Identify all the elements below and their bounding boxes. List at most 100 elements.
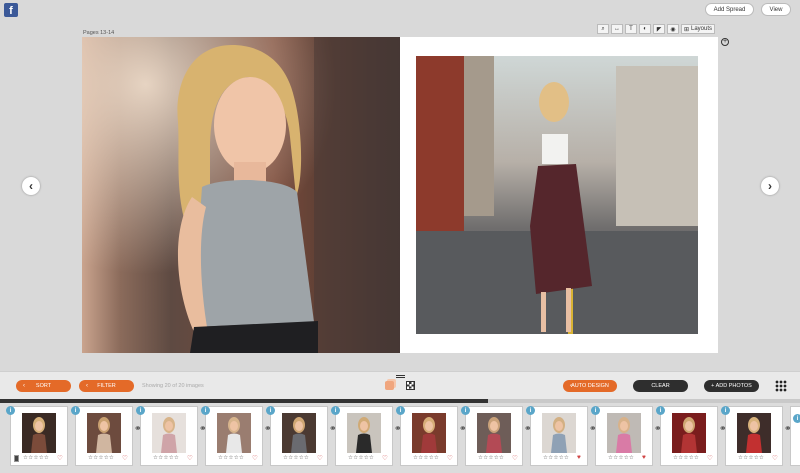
favorite-heart-icon[interactable]: ♡ <box>512 454 518 462</box>
right-page-photo[interactable] <box>416 56 698 334</box>
thumbnail-image <box>217 413 251 453</box>
thumbnail-image <box>347 413 381 453</box>
chevron-left-icon: ‹ <box>23 383 25 389</box>
thumbnail-image <box>412 413 446 453</box>
favorite-heart-icon[interactable]: ♥ <box>642 454 646 461</box>
photo-thumbnail[interactable]: i ☆☆☆☆☆ ♥ <box>526 406 588 466</box>
chevron-left-icon: ‹ <box>86 383 88 389</box>
zoom-icon[interactable]: ⌕ <box>597 24 609 34</box>
photo-thumbnail[interactable]: i ☆☆☆☆☆ ♡ <box>461 406 523 466</box>
sort-label: SORT <box>35 383 52 389</box>
layouts-button[interactable]: ⊞ Layouts <box>681 24 715 34</box>
star-rating[interactable]: ☆☆☆☆☆ <box>478 455 504 461</box>
spread-toolbar: ⌕ ↔ T ◐ ◤ ◉ ⊞ Layouts <box>597 24 715 34</box>
photo-strip: i ☆☆☆☆☆ ♡ i ☆☆☆☆☆ ♡ ⚭ i ☆☆☆☆☆ ♡ ⚭ i ☆☆☆☆☆ ♡ ⚭ i ☆☆☆☆☆ ♡ ⚭ i… <box>0 403 800 473</box>
portrait-photo-left <box>82 37 400 353</box>
info-icon[interactable]: i <box>266 406 275 415</box>
favorite-heart-icon[interactable]: ♡ <box>447 454 453 462</box>
info-icon[interactable]: i <box>136 406 145 415</box>
star-rating[interactable]: ☆☆☆☆☆ <box>413 455 439 461</box>
photo-thumbnail[interactable]: i ☆☆☆☆☆ ♡ <box>136 406 198 466</box>
eye-icon[interactable]: ◉ <box>667 24 679 34</box>
add-spread-button[interactable]: Add Spread <box>705 3 754 16</box>
star-rating[interactable]: ☆☆☆☆☆ <box>23 455 49 461</box>
info-icon[interactable]: i <box>71 406 80 415</box>
star-rating[interactable]: ☆☆☆☆☆ <box>673 455 699 461</box>
filter-button[interactable]: ‹ FILTER <box>79 380 134 392</box>
auto-design-button[interactable]: ‹ AUTO DESIGN <box>563 380 617 392</box>
info-icon[interactable]: i <box>396 406 405 415</box>
photo-thumbnail[interactable]: i <box>790 406 800 466</box>
layouts-icon: ⊞ <box>683 26 689 33</box>
checkerboard-icon[interactable] <box>406 381 415 390</box>
info-icon[interactable]: i <box>721 406 730 415</box>
favorite-heart-icon[interactable]: ♡ <box>187 454 193 462</box>
info-icon[interactable]: i <box>793 414 800 423</box>
fit-width-icon[interactable]: ↔ <box>611 24 623 34</box>
resize-grip[interactable] <box>396 375 405 378</box>
favorite-heart-icon[interactable]: ♡ <box>317 454 323 462</box>
star-rating[interactable]: ☆☆☆☆☆ <box>88 455 114 461</box>
photo-stack-icon[interactable] <box>385 381 394 390</box>
favorite-heart-icon[interactable]: ♡ <box>772 454 778 462</box>
sort-button[interactable]: ‹ SORT <box>16 380 71 392</box>
book-spread <box>82 37 718 353</box>
pin-icon[interactable]: ◤ <box>653 24 665 34</box>
left-page-photo[interactable] <box>82 37 400 353</box>
chevron-left-icon: ‹ <box>570 383 572 389</box>
favorite-heart-icon[interactable]: ♡ <box>707 454 713 462</box>
thumbnail-image <box>22 413 56 453</box>
favorite-heart-icon[interactable]: ♡ <box>382 454 388 462</box>
star-rating[interactable]: ☆☆☆☆☆ <box>543 455 569 461</box>
star-rating[interactable]: ☆☆☆☆☆ <box>283 455 309 461</box>
favorite-heart-icon[interactable]: ♡ <box>122 454 128 462</box>
fill-icon[interactable]: ◐ <box>639 24 651 34</box>
info-icon[interactable]: i <box>201 406 210 415</box>
view-button[interactable]: View <box>761 3 791 16</box>
photo-thumbnail[interactable]: i ☆☆☆☆☆ ♡ <box>396 406 458 466</box>
favorite-heart-icon[interactable]: ♥ <box>577 454 581 461</box>
star-rating[interactable]: ☆☆☆☆☆ <box>738 455 764 461</box>
star-rating[interactable]: ☆☆☆☆☆ <box>153 455 179 461</box>
info-icon[interactable]: i <box>461 406 470 415</box>
photo-thumbnail[interactable]: i ☆☆☆☆☆ ♡ <box>6 406 68 466</box>
info-icon[interactable]: i <box>656 406 665 415</box>
star-rating[interactable]: ☆☆☆☆☆ <box>218 455 244 461</box>
grid-view-icon[interactable] <box>775 380 787 392</box>
photo-thumbnail[interactable]: i ☆☆☆☆☆ ♡ <box>656 406 718 466</box>
info-icon[interactable]: i <box>331 406 340 415</box>
portrait-photo-right <box>416 56 698 334</box>
image-count-status: Showing 20 of 20 images <box>142 383 204 389</box>
layouts-label: Layouts <box>691 26 713 32</box>
favorite-heart-icon[interactable]: ♡ <box>57 454 63 462</box>
photo-thumbnail[interactable]: i ☆☆☆☆☆ ♡ <box>721 406 783 466</box>
filter-label: FILTER <box>97 383 116 389</box>
info-icon[interactable]: i <box>6 406 15 415</box>
info-icon[interactable]: i <box>526 406 535 415</box>
thumbnail-image <box>737 413 771 453</box>
pages-label: Pages 13-14 <box>83 30 115 36</box>
photo-thumbnail[interactable]: i ☆☆☆☆☆ ♥ <box>591 406 653 466</box>
text-icon[interactable]: T <box>625 24 637 34</box>
photo-thumbnail[interactable]: i ☆☆☆☆☆ ♡ <box>266 406 328 466</box>
thumbnail-image <box>152 413 186 453</box>
add-page-icon[interactable]: + <box>721 38 729 46</box>
facebook-icon[interactable]: f <box>4 3 18 17</box>
photo-thumbnail[interactable]: i ☆☆☆☆☆ ♡ <box>331 406 393 466</box>
next-spread-button[interactable]: › <box>761 177 779 195</box>
thumbnail-image <box>542 413 576 453</box>
photo-thumbnail[interactable]: i ☆☆☆☆☆ ♡ <box>201 406 263 466</box>
thumbnail-image <box>87 413 121 453</box>
auto-design-label: AUTO DESIGN <box>571 383 609 389</box>
add-photos-button[interactable]: + ADD PHOTOS <box>704 380 759 392</box>
favorite-heart-icon[interactable]: ♡ <box>252 454 258 462</box>
star-rating[interactable]: ☆☆☆☆☆ <box>608 455 634 461</box>
photo-thumbnail[interactable]: i ☆☆☆☆☆ ♡ <box>71 406 133 466</box>
star-rating[interactable]: ☆☆☆☆☆ <box>348 455 374 461</box>
clear-button[interactable]: CLEAR <box>633 380 688 392</box>
info-icon[interactable]: i <box>591 406 600 415</box>
previous-spread-button[interactable]: ‹ <box>22 177 40 195</box>
thumbnail-image <box>282 413 316 453</box>
photo-toolbar: ‹ SORT ‹ FILTER Showing 20 of 20 images … <box>0 371 800 399</box>
thumbnail-image <box>672 413 706 453</box>
